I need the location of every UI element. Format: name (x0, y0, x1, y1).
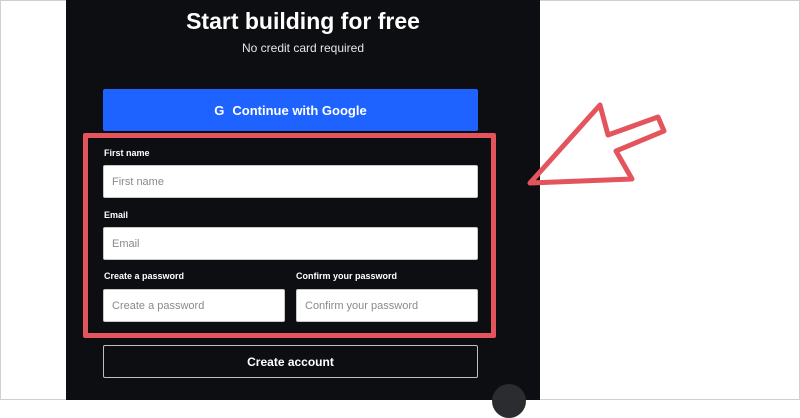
confirm-password-input[interactable] (296, 289, 478, 322)
first-name-input[interactable] (103, 165, 478, 198)
chat-widget-icon[interactable] (492, 384, 526, 418)
page-title: Start building for free (186, 8, 420, 34)
google-button-label: Continue with Google (232, 102, 367, 118)
confirm-password-label: Confirm your password (296, 271, 398, 281)
pointer-arrow-icon (527, 102, 667, 186)
email-label: Email (104, 210, 129, 220)
create-password-input[interactable] (103, 289, 285, 322)
create-password-label: Create a password (104, 271, 185, 281)
email-input[interactable] (103, 227, 478, 260)
google-icon: G (214, 102, 225, 118)
create-account-button[interactable]: Create account (103, 345, 478, 378)
page-subtitle: No credit card required (241, 41, 365, 55)
continue-with-google-button[interactable]: G Continue with Google (103, 89, 478, 131)
first-name-label: First name (104, 148, 150, 158)
